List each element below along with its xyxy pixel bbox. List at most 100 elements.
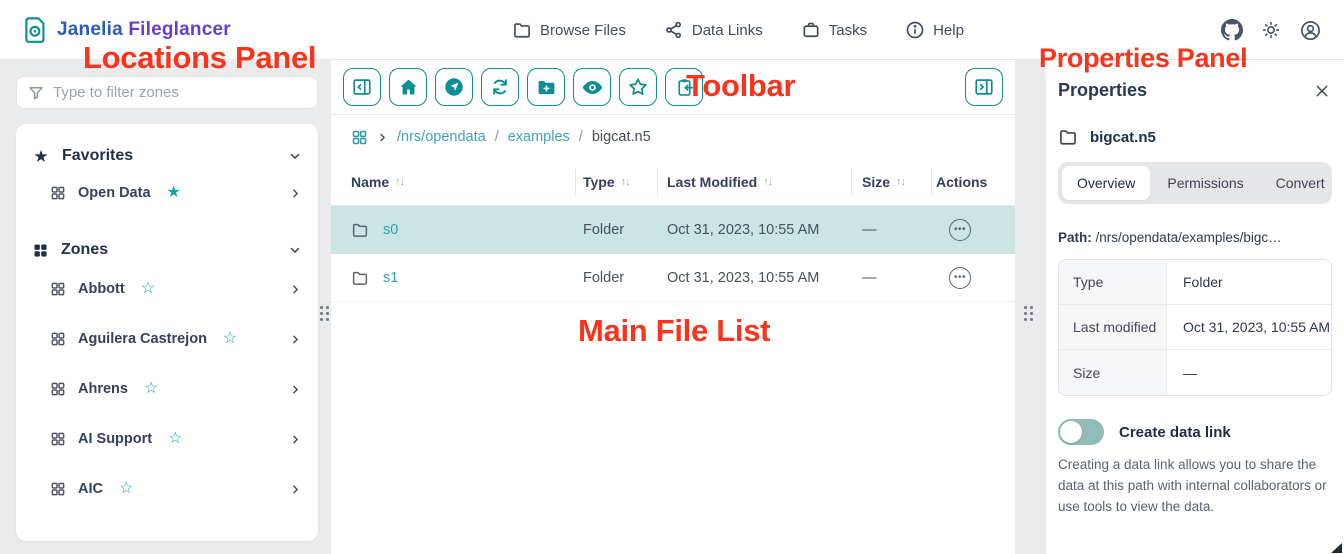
- show-hidden-button[interactable]: [573, 68, 611, 106]
- mouse-cursor: [1331, 543, 1342, 553]
- refresh-button[interactable]: [481, 68, 519, 106]
- file-type: Folder: [575, 206, 657, 254]
- favorite-star-icon[interactable]: ☆: [168, 431, 182, 447]
- main-file-list-panel: /nrs/opendata / examples / bigcat.n5 Nam…: [331, 60, 1015, 554]
- sidebar-item-label: AI Support: [78, 431, 152, 447]
- panel-resize-handle[interactable]: [320, 306, 329, 328]
- breadcrumb-separator: /: [579, 129, 583, 145]
- navigate-button[interactable]: [435, 68, 473, 106]
- annotation-properties-panel: Properties Panel: [1039, 45, 1247, 72]
- favorite-star-icon[interactable]: ☆: [144, 381, 158, 397]
- theme-sun-icon[interactable]: [1260, 19, 1282, 41]
- nav-tasks[interactable]: Tasks: [801, 20, 867, 40]
- sidebar-item-label: Ahrens: [78, 381, 128, 397]
- grid-icon: [50, 381, 66, 397]
- grid-icon: [50, 185, 66, 201]
- annotation-locations-panel: Locations Panel: [83, 42, 316, 73]
- annotation-toolbar: Toolbar: [686, 70, 795, 101]
- tab-permissions[interactable]: Permissions: [1152, 166, 1258, 200]
- data-link-description: Creating a data link allows you to share…: [1058, 455, 1332, 518]
- sort-icon[interactable]: ↑↓: [896, 176, 905, 188]
- nav-browse-files[interactable]: Browse Files: [512, 20, 626, 40]
- toggle-label: Create data link: [1119, 424, 1231, 441]
- sort-icon[interactable]: ↑↓: [395, 176, 404, 188]
- github-icon[interactable]: [1221, 19, 1243, 41]
- detail-row-last-modified: Last modified Oct 31, 2023, 10:55 AM: [1059, 305, 1331, 350]
- file-name-link[interactable]: s1: [383, 270, 398, 286]
- favorite-star-icon[interactable]: ☆: [141, 281, 155, 297]
- detail-row-type: Type Folder: [1059, 260, 1331, 305]
- zone-filter: [16, 76, 318, 109]
- home-button[interactable]: [389, 68, 427, 106]
- selected-file-name: bigcat.n5: [1090, 129, 1156, 146]
- nav-label: Tasks: [829, 22, 867, 39]
- account-icon[interactable]: [1299, 19, 1322, 42]
- sidebar-item-ahrens[interactable]: Ahrens ☆: [50, 364, 302, 414]
- chevron-right-icon: [289, 283, 302, 296]
- favorites-section-header[interactable]: ★ Favorites: [32, 142, 302, 170]
- sort-icon[interactable]: ↑↓: [621, 176, 630, 188]
- folder-icon: [351, 269, 369, 287]
- sidebar-item-open-data[interactable]: Open Data ★: [50, 170, 302, 216]
- chevron-down-icon: [288, 243, 302, 257]
- column-header-size[interactable]: Size↑↓: [851, 159, 931, 205]
- column-header-actions: Actions: [931, 159, 1015, 205]
- favorite-star-icon[interactable]: ☆: [119, 481, 133, 497]
- sidebar-item-abbott[interactable]: Abbott ☆: [50, 264, 302, 314]
- collapse-sidebar-button[interactable]: [343, 68, 381, 106]
- grid-filled-icon: [32, 242, 49, 259]
- breadcrumb-segment[interactable]: /nrs/opendata: [397, 129, 486, 145]
- sidebar-item-label: Aguilera Castrejon: [78, 331, 207, 347]
- nav-label: Help: [933, 22, 964, 39]
- zones-section-header[interactable]: Zones: [32, 236, 302, 264]
- grid-icon: [50, 481, 66, 497]
- row-actions-button[interactable]: •••: [949, 267, 971, 289]
- sort-icon[interactable]: ↑↓: [763, 176, 772, 188]
- zone-browser-icon[interactable]: [351, 129, 368, 146]
- star-icon: ★: [32, 148, 50, 165]
- sidebar-item-label: Open Data: [78, 185, 151, 201]
- expand-properties-button[interactable]: [965, 68, 1003, 106]
- panel-resize-handle[interactable]: [1024, 306, 1033, 328]
- locations-panel: ★ Favorites Open Data ★ Zones Abbott ☆ A…: [16, 124, 318, 541]
- nav-label: Data Links: [692, 22, 763, 39]
- detail-row-size: Size —: [1059, 350, 1331, 395]
- table-row[interactable]: s0 Folder Oct 31, 2023, 10:55 AM — •••: [331, 206, 1015, 254]
- table-row[interactable]: s1 Folder Oct 31, 2023, 10:55 AM — •••: [331, 254, 1015, 302]
- toolbar: [331, 60, 1015, 115]
- annotation-main-file-list: Main File List: [578, 315, 770, 346]
- chevron-right-icon: [289, 433, 302, 446]
- sidebar-item-label: AIC: [78, 481, 103, 497]
- sidebar-item-ai-support[interactable]: AI Support ☆: [50, 414, 302, 464]
- new-folder-button[interactable]: [527, 68, 565, 106]
- close-icon[interactable]: [1312, 81, 1332, 101]
- column-header-name[interactable]: Name↑↓: [331, 159, 575, 205]
- breadcrumb-separator: /: [495, 129, 499, 145]
- tab-overview[interactable]: Overview: [1062, 166, 1150, 200]
- favorite-star-icon[interactable]: ☆: [223, 331, 237, 347]
- grid-icon: [50, 431, 66, 447]
- favorite-button[interactable]: [619, 68, 657, 106]
- chevron-right-icon: [289, 483, 302, 496]
- zone-filter-input[interactable]: [53, 84, 307, 101]
- funnel-icon: [27, 84, 45, 102]
- chevron-right-icon: [377, 132, 388, 143]
- column-header-type[interactable]: Type↑↓: [575, 159, 657, 205]
- nav-data-links[interactable]: Data Links: [664, 20, 763, 40]
- fileglancer-logo-icon: [22, 16, 48, 44]
- sidebar-item-aguilera-castrejon[interactable]: Aguilera Castrejon ☆: [50, 314, 302, 364]
- breadcrumb-segment[interactable]: examples: [508, 129, 570, 145]
- file-name-link[interactable]: s0: [383, 222, 398, 238]
- file-type: Folder: [575, 254, 657, 301]
- nav-label: Browse Files: [540, 22, 626, 39]
- tab-convert[interactable]: Convert: [1261, 166, 1340, 200]
- briefcase-icon: [801, 20, 821, 40]
- properties-tabs: Overview Permissions Convert: [1058, 162, 1332, 204]
- nav-help[interactable]: Help: [905, 20, 964, 40]
- favorite-star-icon[interactable]: ★: [167, 185, 181, 201]
- create-data-link-toggle[interactable]: [1058, 419, 1104, 445]
- row-actions-button[interactable]: •••: [949, 219, 971, 241]
- sidebar-item-aic[interactable]: AIC ☆: [50, 464, 302, 514]
- details-table: Type Folder Last modified Oct 31, 2023, …: [1058, 259, 1332, 396]
- column-header-last-modified[interactable]: Last Modified↑↓: [657, 159, 851, 205]
